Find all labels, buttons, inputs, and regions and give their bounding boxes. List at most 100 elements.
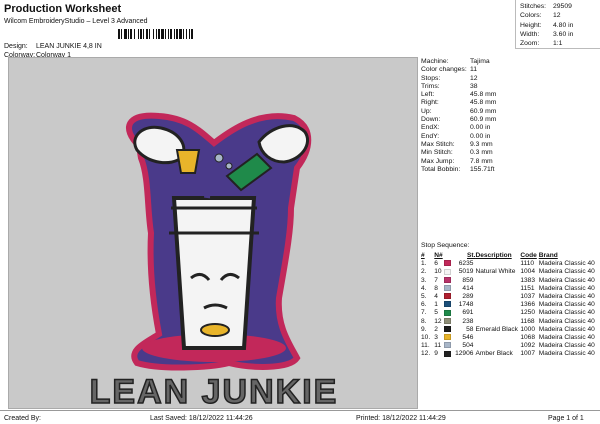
detail-value: 45.8 mm [470,99,497,107]
stop-brand: Madeira Classic 40 [538,317,595,325]
color-swatch [444,285,452,292]
stop-row: 2. 10 5019 Natural White 1004 Madeira Classic… [421,268,600,276]
last-saved: Last Saved: 18/12/2022 11:44:26 [150,415,253,422]
summary-label: Height: [520,21,542,29]
stop-st: 546 [462,334,474,342]
summary-value: 12 [553,12,561,20]
detail-row: Down: 60.9 mm [421,116,600,124]
stop-n: 5. [421,293,427,301]
detail-label: Min Stitch: [421,149,453,157]
stop-desc [475,277,520,285]
cup-mouth [200,323,230,337]
stop-code: 1068 [520,334,536,342]
stop-brand: Madeira Classic 40 [538,284,595,292]
design-label: Design: [4,43,28,50]
detail-row: Min Stitch: 0.3 mm [421,149,600,157]
stop-st: 12906 [455,350,474,358]
stop-st: 58 [466,325,474,333]
summary-label: Colors: [520,12,542,20]
summary-value: 1:1 [553,40,563,48]
color-swatch-cell [444,334,454,342]
stop-row: 5. 4 289 1037 Madeira Classic 40 [421,293,600,301]
stop-n: 6. [421,301,427,309]
color-swatch-cell [444,293,454,301]
stop-n: 4. [421,284,427,292]
stop-code: 1383 [520,276,536,284]
stop-n: 12. [421,350,431,358]
detail-row: Trims: 38 [421,83,600,91]
stop-st: 504 [462,342,474,350]
detail-label: Up: [421,107,432,115]
stop-row: 4. 8 414 1151 Madeira Classic 40 [421,285,600,293]
stop-brand: Madeira Classic 40 [538,260,595,268]
summary-row: Height: 4.80 in [520,21,600,30]
stop-desc [475,301,520,309]
stop-st: 691 [462,309,474,317]
detail-value: 60.9 mm [470,107,497,115]
summary-value: 4.80 in [553,21,574,29]
detail-row: Total Bobbin: 155.71ft [421,166,600,174]
detail-value: 60.9 mm [470,116,497,124]
stop-row: 1. 6 6235 1110 Madeira Classic 40 [421,260,600,268]
machine-details: Machine: Tajima Color changes: 11 Stops: 12 Tr… [421,58,600,174]
summary-value: 3.60 in [553,30,574,38]
detail-row: Max Stitch: 9.3 mm [421,141,600,149]
stop-desc [475,260,520,268]
stop-nn: 12 [434,317,442,325]
stop-sequence-table: # N# St. Description Code Brand 1. 6 6235 1110 Ma… [421,252,600,359]
created-by: Created By: [4,415,41,422]
detail-label: EndY: [421,132,440,140]
stop-brand: Madeira Classic 40 [538,334,595,342]
detail-row: Color changes: 11 [421,66,600,74]
stop-code: 1366 [520,301,536,309]
detail-row: Left: 45.8 mm [421,91,600,99]
barcode [118,29,252,39]
detail-label: Stops: [421,74,441,82]
stop-nn: 4 [434,293,438,301]
stop-brand: Madeira Classic 40 [538,268,595,276]
stop-st: 859 [462,276,474,284]
stop-nn: 11 [434,342,442,350]
stop-code: 1151 [520,284,535,292]
color-swatch [444,268,452,275]
stop-code: 1000 [520,325,536,333]
summary-value: 29509 [553,3,572,10]
design-preview: LEAN JUNKIE [8,57,418,412]
detail-label: Trims: [421,82,440,90]
lean-junkie-text: LEAN JUNKIE [90,373,339,410]
detail-label: Max Jump: [421,157,455,165]
stop-code: 1168 [520,317,535,325]
stop-desc [475,285,520,293]
detail-value: Tajima [470,58,490,65]
color-swatch [444,317,452,324]
stop-n: 10. [421,334,431,342]
stop-brand: Madeira Classic 40 [538,350,595,358]
detail-row: EndX: 0.00 in [421,124,600,132]
page-number: Page 1 of 1 [548,415,584,422]
stop-brand: Madeira Classic 40 [538,309,595,317]
lean-drip [201,167,211,199]
stop-nn: 7 [434,276,438,284]
stop-nn: 9 [434,350,438,358]
detail-value: 11 [470,66,478,74]
stop-desc [475,334,520,342]
stop-nn: 10 [434,268,442,276]
stop-column-header: Code [520,252,537,259]
detail-row: EndY: 0.00 in [421,133,600,141]
color-swatch [444,309,452,316]
stop-brand: Madeira Classic 40 [538,276,595,284]
stop-desc [475,318,520,326]
stop-desc [475,293,520,301]
detail-label: Down: [421,116,441,124]
stop-desc [475,342,520,350]
stop-nn: 1 [434,301,438,309]
detail-label: EndX: [421,124,440,132]
stop-n: 8. [421,317,427,325]
stop-row: 6. 1 1748 1366 Madeira Classic 40 [421,301,600,309]
detail-row: Stops: 12 [421,75,600,83]
detail-value: 38 [470,82,478,90]
stop-nn: 5 [434,309,438,317]
stop-st: 414 [462,284,474,292]
stop-code: 1250 [520,309,536,317]
stop-column-header: N# [434,252,443,259]
